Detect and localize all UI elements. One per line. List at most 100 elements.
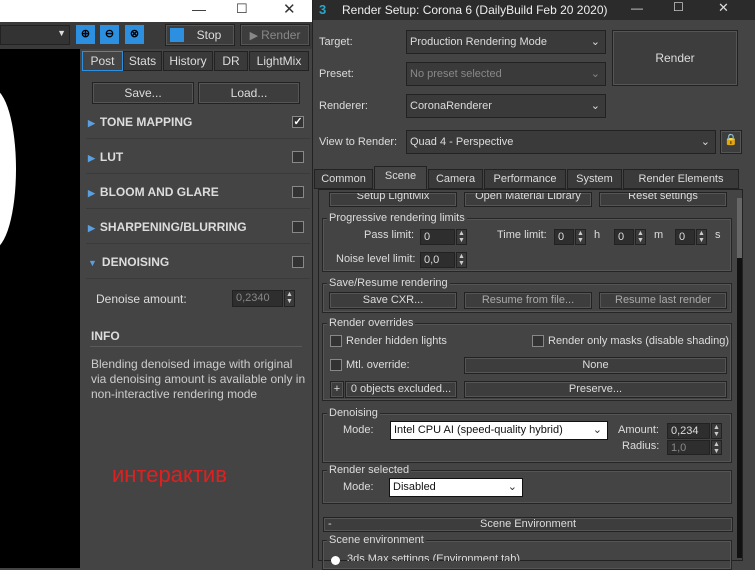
- mtl-override-checkbox[interactable]: [330, 359, 342, 371]
- denoise-amount-label: Denoise amount:: [96, 292, 187, 306]
- section-checkbox[interactable]: [292, 221, 304, 233]
- rs-tab-camera[interactable]: Camera: [428, 169, 483, 189]
- save-cxr-button[interactable]: Save CXR...: [329, 292, 457, 309]
- section-bloom-and-glare[interactable]: ▶ BLOOM AND GLARE: [88, 182, 310, 202]
- radius-label: Radius:: [622, 440, 660, 452]
- amount-spinner[interactable]: ▲ ▼: [711, 423, 722, 439]
- renderer-value: CoronaRenderer: [410, 100, 492, 112]
- vfb-tab-dr[interactable]: DR: [214, 51, 248, 71]
- render-selected-mode-dropdown[interactable]: Disabled ⌄: [389, 478, 523, 497]
- group-title: Denoising: [327, 407, 380, 419]
- chevron-down-icon: ⌄: [592, 424, 602, 436]
- zoom-reset-icon[interactable]: ⊗: [125, 25, 144, 44]
- vfb-tab-stats[interactable]: Stats: [123, 51, 162, 71]
- save-button[interactable]: Save...: [92, 82, 194, 104]
- vfb-tab-post[interactable]: Post: [82, 51, 123, 71]
- view-value: Quad 4 - Perspective: [410, 136, 514, 148]
- rs-tab-scene[interactable]: Scene: [374, 166, 427, 190]
- lock-view-button[interactable]: 🔒: [720, 130, 742, 154]
- radius-spinner[interactable]: ▲ ▼: [711, 440, 722, 455]
- seconds-unit: s: [715, 229, 721, 241]
- section-sharpening-blurring[interactable]: ▶ SHARPENING/BLURRING: [88, 217, 310, 237]
- amount-input[interactable]: 0,234: [667, 423, 710, 439]
- group-title: Render selected: [327, 464, 412, 476]
- render-hidden-lights-checkbox[interactable]: [330, 335, 342, 347]
- scrollbar[interactable]: [737, 198, 742, 558]
- minimize-icon[interactable]: —: [192, 1, 206, 17]
- view-to-render-dropdown[interactable]: Quad 4 - Perspective ⌄: [406, 130, 716, 154]
- top-button-0[interactable]: Setup LightMix: [329, 192, 457, 207]
- minutes-input[interactable]: 0: [614, 229, 634, 245]
- maximize-icon[interactable]: ☐: [673, 0, 684, 14]
- pass-limit-input[interactable]: 0: [420, 229, 455, 245]
- renderer-dropdown[interactable]: CoronaRenderer ⌄: [406, 94, 606, 118]
- noise-limit-label: Noise level limit:: [336, 253, 416, 265]
- maximize-icon[interactable]: ☐: [236, 1, 248, 17]
- denoise-mode-dropdown[interactable]: Intel CPU AI (speed-quality hybrid) ⌄: [390, 421, 608, 440]
- render-setup-render-button[interactable]: Render: [612, 30, 738, 86]
- load-button[interactable]: Load...: [198, 82, 300, 104]
- info-title: INFO: [91, 329, 120, 343]
- hours-spinner[interactable]: ▲ ▼: [575, 229, 586, 245]
- rs-tab-system[interactable]: System: [567, 169, 622, 189]
- vfb-tab-lightmix[interactable]: LightMix: [249, 51, 309, 71]
- env-3dsmax-label: 3ds Max settings (Environment tab): [347, 553, 521, 561]
- target-value: Production Rendering Mode: [410, 36, 547, 48]
- section-label: TONE MAPPING: [99, 115, 193, 129]
- close-icon[interactable]: ✕: [718, 0, 729, 16]
- chevron-down-icon: ⌄: [590, 100, 600, 112]
- noise-limit-input[interactable]: 0,0: [420, 252, 455, 268]
- stop-button[interactable]: Stop: [165, 24, 235, 46]
- top-button-2[interactable]: Reset settings: [599, 192, 727, 207]
- denoise-amount-spinner[interactable]: ▲ ▼: [284, 290, 295, 307]
- minimize-icon[interactable]: —: [631, 1, 643, 15]
- resume-from-file-button[interactable]: Resume from file...: [464, 292, 592, 309]
- preset-dropdown[interactable]: No preset selected ⌄: [406, 62, 606, 86]
- seconds-input[interactable]: 0: [675, 229, 695, 245]
- preserve-button[interactable]: Preserve...: [464, 381, 727, 398]
- chevron-down-icon: ⌄: [700, 136, 710, 148]
- amount-label: Amount:: [618, 424, 659, 436]
- seconds-spinner[interactable]: ▲ ▼: [696, 229, 707, 245]
- hours-input[interactable]: 0: [554, 229, 574, 245]
- close-icon[interactable]: ✕: [283, 0, 296, 18]
- section-denoising[interactable]: ▼ DENOISING: [88, 252, 310, 272]
- divider: [86, 243, 310, 244]
- chevron-down-icon: ⌄: [507, 481, 517, 493]
- section-checkbox[interactable]: [292, 186, 304, 198]
- render-button[interactable]: ▶ Render: [240, 24, 310, 46]
- render-only-masks-checkbox[interactable]: [532, 335, 544, 347]
- minutes-spinner[interactable]: ▲ ▼: [635, 229, 646, 245]
- scene-environment-rollout[interactable]: - Scene Environment: [323, 517, 733, 532]
- mtl-override-slot[interactable]: None: [464, 357, 727, 374]
- section-checkbox[interactable]: [292, 256, 304, 268]
- target-dropdown[interactable]: Production Rendering Mode ⌄: [406, 30, 606, 54]
- plus-button[interactable]: +: [330, 381, 344, 398]
- resume-last-render-button[interactable]: Resume last render: [599, 292, 727, 309]
- noise-limit-spinner[interactable]: ▲ ▼: [456, 252, 467, 268]
- denoise-amount-input[interactable]: 0,2340: [232, 290, 283, 307]
- chevron-down-icon: ⌄: [590, 68, 600, 80]
- section-label: DENOISING: [101, 255, 170, 269]
- objects-excluded-button[interactable]: 0 objects excluded...: [345, 381, 457, 398]
- pass-limit-spinner[interactable]: ▲ ▼: [456, 229, 467, 245]
- section-lut[interactable]: ▶ LUT: [88, 147, 310, 167]
- rs-tab-performance[interactable]: Performance: [484, 169, 566, 189]
- channel-dropdown[interactable]: ▼: [0, 25, 70, 45]
- denoise-mode-label: Mode:: [343, 424, 374, 436]
- zoom-in-icon[interactable]: ⊕: [76, 25, 95, 44]
- top-button-1[interactable]: Open Material Library: [464, 192, 592, 207]
- pass-limit-label: Pass limit:: [364, 229, 415, 241]
- 3dsmax-logo-icon: 3: [319, 2, 327, 17]
- section-checkbox[interactable]: ✓: [292, 116, 304, 128]
- env-3dsmax-radio[interactable]: [331, 556, 340, 565]
- rs-tab-render-elements[interactable]: Render Elements: [623, 169, 739, 189]
- radius-input[interactable]: 1,0: [667, 440, 710, 455]
- zoom-out-icon[interactable]: ⊖: [100, 25, 119, 44]
- rs-tab-common[interactable]: Common: [314, 169, 373, 189]
- section-tone-mapping[interactable]: ▶ TONE MAPPING ✓: [88, 112, 310, 132]
- vfb-tab-history[interactable]: History: [163, 51, 213, 71]
- section-checkbox[interactable]: [292, 151, 304, 163]
- section-label: BLOOM AND GLARE: [99, 185, 219, 199]
- group-title: Progressive rendering limits: [327, 212, 467, 224]
